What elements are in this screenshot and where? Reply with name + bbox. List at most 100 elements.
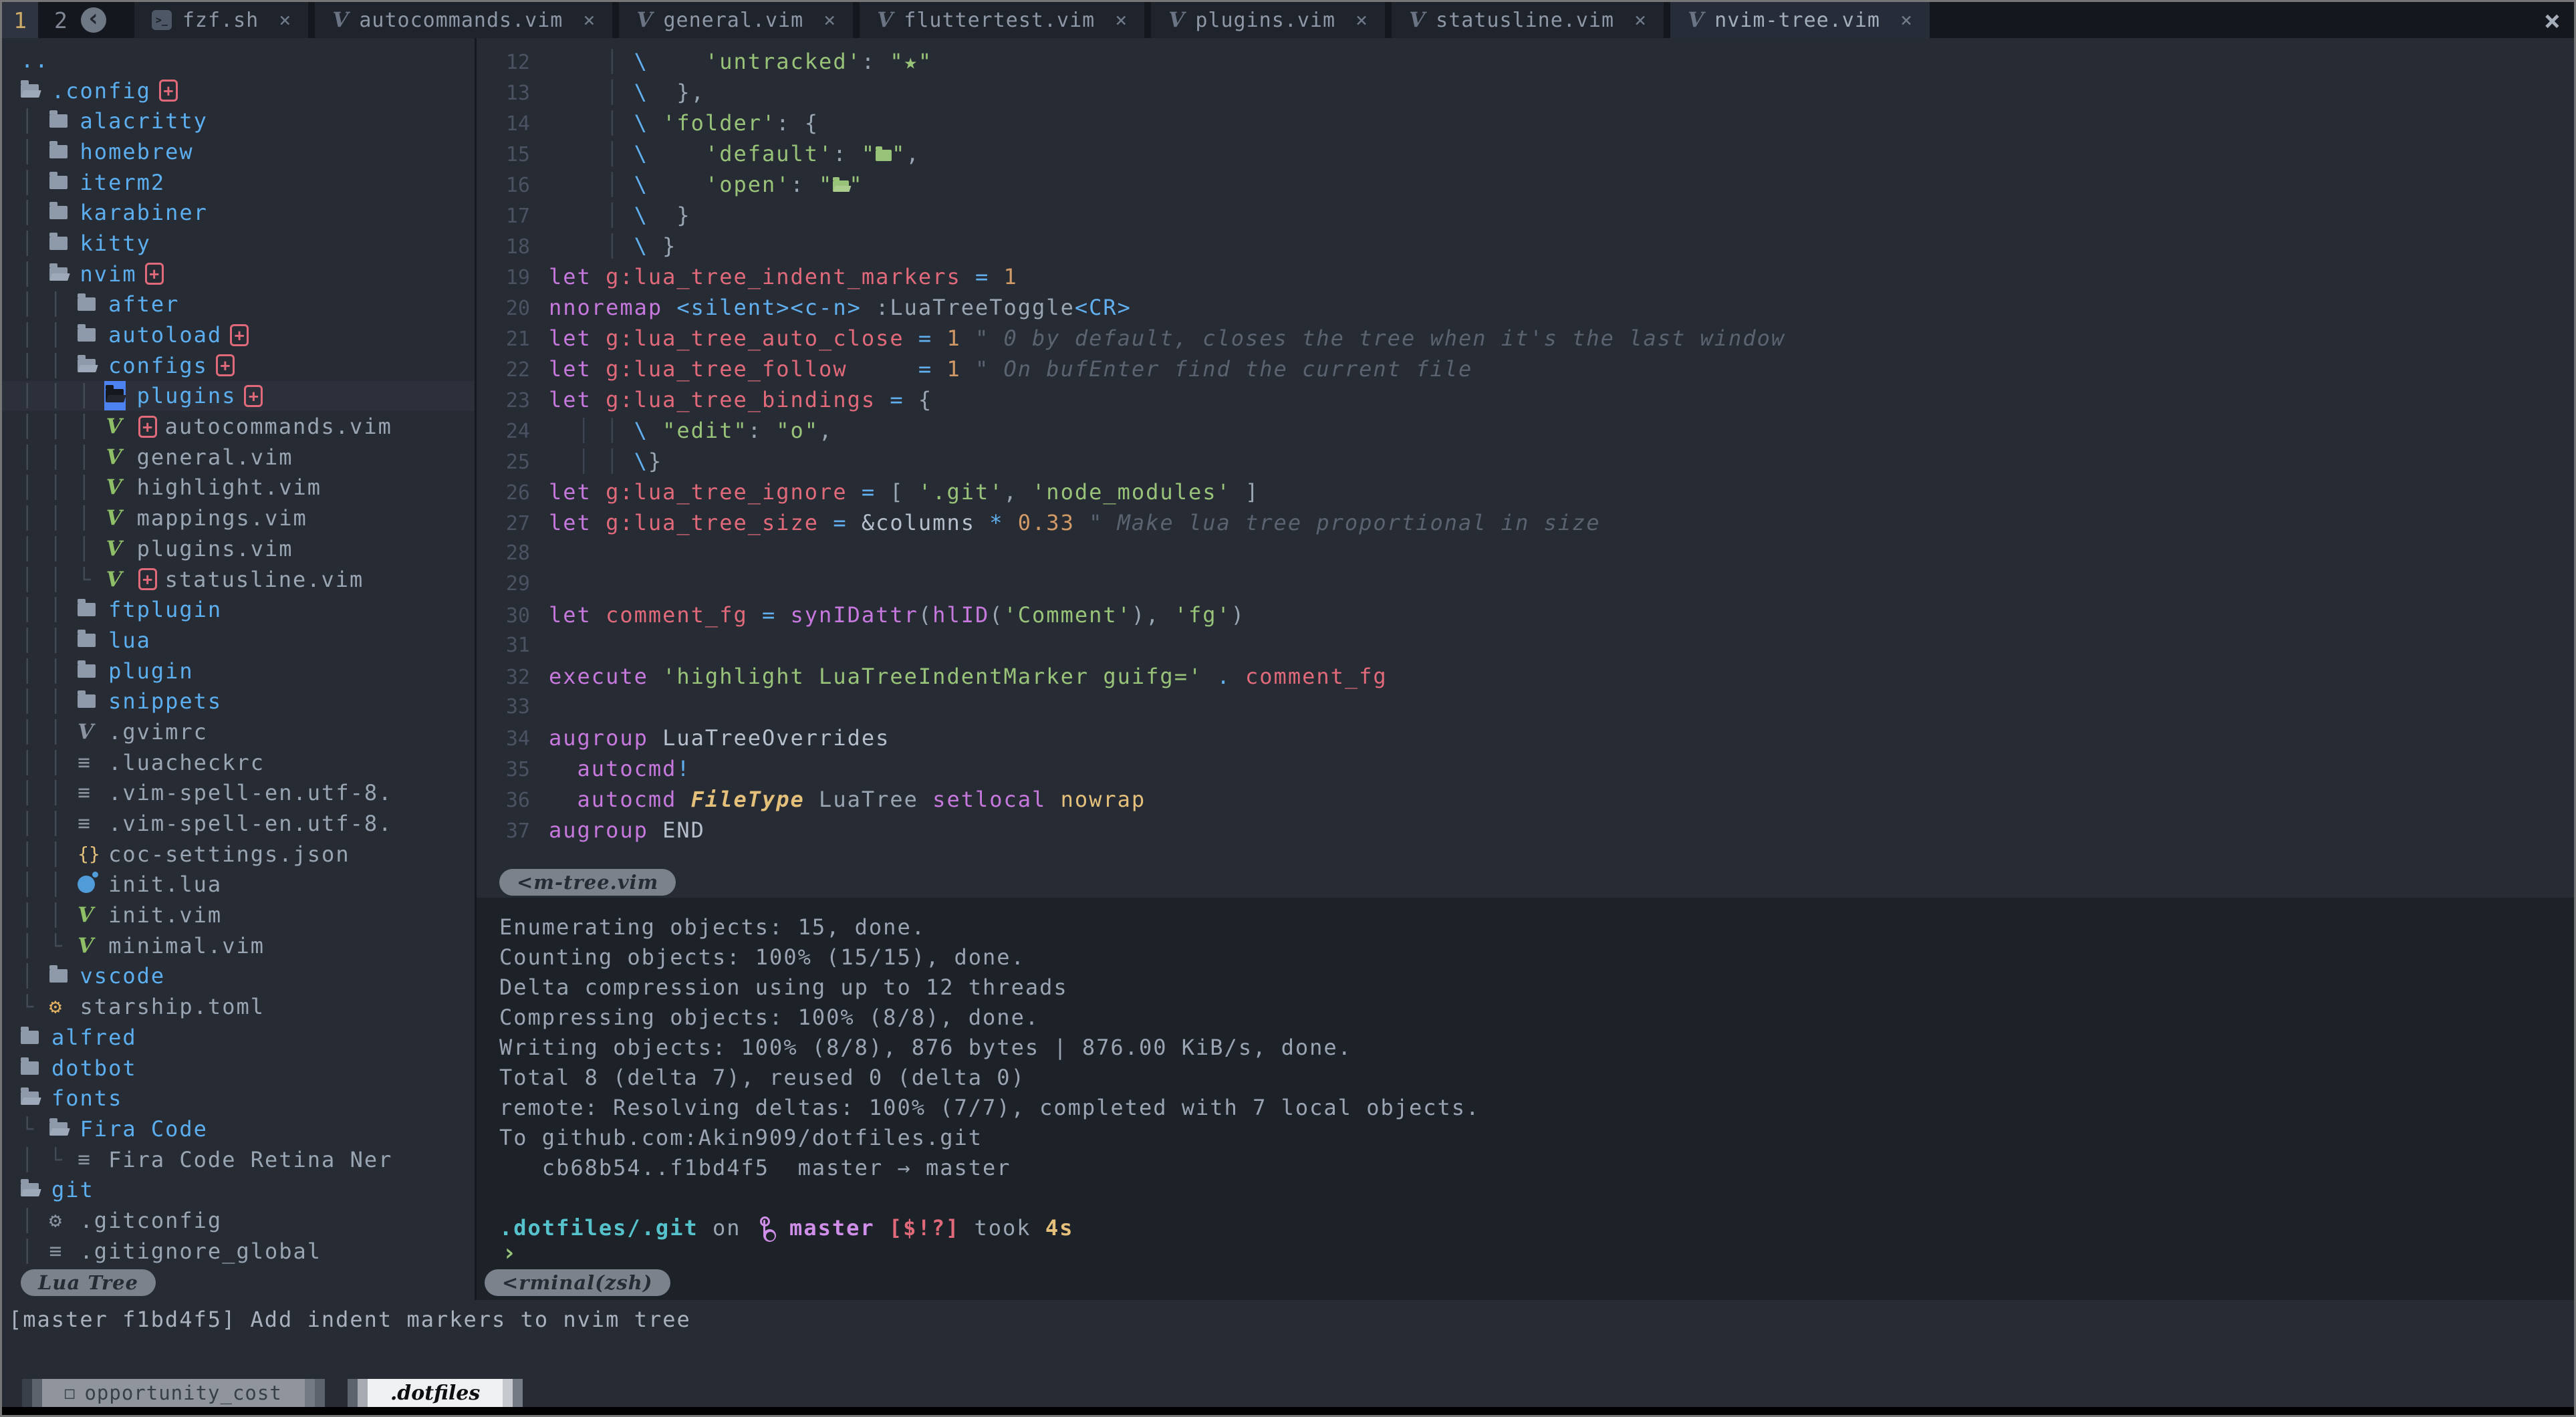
tab-statusline.vim[interactable]: Vstatusline.vim×: [1392, 2, 1664, 38]
tab-fluttertest.vim[interactable]: Vfluttertest.vim×: [860, 2, 1144, 38]
tab-plugins.vim[interactable]: Vplugins.vim×: [1151, 2, 1385, 38]
tree-item-label: homebrew: [80, 139, 194, 164]
terminal-line: Total 8 (delta 7), reused 0 (delta 0): [477, 1063, 2574, 1093]
tab-close-icon[interactable]: ×: [823, 9, 835, 32]
vim-icon: V: [1688, 8, 1704, 32]
tab-close-icon[interactable]: ×: [1900, 9, 1912, 32]
tree-item-icon: V: [106, 445, 137, 469]
tree-indent-guides: │: [21, 1239, 49, 1264]
tree-row[interactable]: │ │ │ Vmappings.vim: [2, 503, 475, 533]
line-number: 22: [477, 355, 530, 386]
file-tree-panel[interactable]: ...config+│ alacritty│ homebrew│ iterm2│…: [2, 38, 477, 1300]
tab-close-icon[interactable]: ×: [1356, 9, 1368, 32]
tree-item-label: iterm2: [80, 170, 166, 195]
tree-item-label: dotbot: [51, 1055, 137, 1081]
tab-nvim-tree.vim[interactable]: Vnvim-tree.vim×: [1670, 2, 1930, 38]
terminal-icon: >_: [152, 10, 172, 30]
tree-row[interactable]: │ │ │ plugins+: [2, 381, 475, 412]
line-number: 36: [477, 785, 530, 816]
close-all-icon[interactable]: ×: [2544, 2, 2561, 38]
tree-row[interactable]: │ └ ≡Fira Code Retina Ner: [2, 1144, 475, 1175]
tab-close-icon[interactable]: ×: [1115, 9, 1127, 32]
tmux-window-.dotfiles[interactable]: .dotfiles: [348, 1379, 523, 1407]
tree-row[interactable]: │ vscode: [2, 961, 475, 992]
tree-row[interactable]: │ │ └ V+statusline.vim: [2, 564, 475, 595]
code-line: 25 │ │ \}: [477, 446, 2574, 477]
tree-row[interactable]: │ │ ≡.vim-spell-en.utf-8.: [2, 778, 475, 809]
tab-list: >_fzf.sh×Vautocommands.vim×Vgeneral.vim×…: [134, 2, 1930, 38]
tree-row[interactable]: │ karabiner: [2, 197, 475, 228]
editor-panel[interactable]: 12 │ \ 'untracked': "★"13 │ \ },14 │ \ '…: [477, 38, 2574, 867]
git-modified-badge: +: [145, 263, 164, 285]
tree-row[interactable]: ..: [2, 45, 475, 76]
terminal-line: Delta compression using up to 12 threads: [477, 973, 2574, 1003]
tree-item-label: nvim: [80, 261, 137, 287]
code-line: 32execute 'highlight LuaTreeIndentMarker…: [477, 661, 2574, 692]
tab-fzf.sh[interactable]: >_fzf.sh×: [134, 2, 308, 38]
gear-icon: ⚙: [49, 995, 62, 1019]
tree-row[interactable]: │ iterm2: [2, 167, 475, 198]
tab-close-icon[interactable]: ×: [279, 9, 291, 32]
tree-row[interactable]: │ │ after: [2, 289, 475, 320]
tree-row[interactable]: │ │ plugin: [2, 656, 475, 686]
tree-row[interactable]: └ ⚙starship.toml: [2, 991, 475, 1022]
tree-row[interactable]: │ │ lua: [2, 625, 475, 656]
tab-close-icon[interactable]: ×: [1634, 9, 1646, 32]
tree-row[interactable]: │ │ V.gvimrc: [2, 717, 475, 747]
tree-row[interactable]: │ │ │ V+autocommands.vim: [2, 411, 475, 442]
folder-open-icon: [49, 1122, 68, 1136]
tree-row[interactable]: │ └ Vminimal.vim: [2, 930, 475, 961]
folder-open-icon: [49, 267, 68, 281]
tree-row[interactable]: │ │ configs+: [2, 350, 475, 381]
vim-file-icon: V: [78, 720, 94, 744]
tree-row[interactable]: │ │ snippets: [2, 686, 475, 717]
tree-row[interactable]: .config+: [2, 76, 475, 106]
tree-row[interactable]: │ homebrew: [2, 136, 475, 167]
tree-row[interactable]: │ │ ftplugin: [2, 594, 475, 625]
tree-row[interactable]: └ Fira Code: [2, 1114, 475, 1144]
tree-indent-guides: │: [21, 963, 49, 989]
tree-row[interactable]: │ ≡.gitignore_global: [2, 1236, 475, 1265]
tree-row[interactable]: │ alacritty: [2, 106, 475, 136]
tree-row[interactable]: │ │ │ Vgeneral.vim: [2, 442, 475, 473]
tmux-window-1-indicator[interactable]: 1: [2, 2, 38, 38]
code-line: 27let g:lua_tree_size = &columns * 0.33 …: [477, 507, 2574, 538]
code-line: 37augroup END: [477, 815, 2574, 846]
tree-row[interactable]: │ │ ≡.luacheckrc: [2, 747, 475, 778]
lua-file-icon: [78, 876, 95, 893]
terminal-panel[interactable]: Enumerating objects: 15, done.Counting o…: [477, 898, 2574, 1265]
tree-row[interactable]: alfred: [2, 1022, 475, 1053]
pane-square-icon: □: [65, 1384, 75, 1402]
prompt-caret[interactable]: ›: [477, 1243, 2574, 1263]
tree-row[interactable]: │ │ ≡.vim-spell-en.utf-8.: [2, 808, 475, 839]
tree-row[interactable]: dotbot: [2, 1053, 475, 1083]
tab-close-icon[interactable]: ×: [583, 9, 595, 32]
tree-row[interactable]: git: [2, 1174, 475, 1205]
code-line: 20nnoremap <silent><c-n> :LuaTreeToggle<…: [477, 292, 2574, 323]
tree-indent-guides: │ └: [21, 933, 78, 958]
tree-row[interactable]: │ │ │ Vplugins.vim: [2, 533, 475, 564]
tree-item-label: .vim-spell-en.utf-8.: [108, 780, 392, 805]
tree-row[interactable]: fonts: [2, 1083, 475, 1114]
tmux-window-opportunity_cost[interactable]: □opportunity_cost: [22, 1379, 325, 1407]
tree-row[interactable]: │ │ autoload+: [2, 319, 475, 350]
tree-item-label: init.lua: [108, 872, 222, 897]
tree-item-label: Fira Code Retina Ner: [108, 1147, 392, 1172]
tree-row[interactable]: │ │ {}coc-settings.json: [2, 839, 475, 870]
tree-row[interactable]: │ │ Vinit.vim: [2, 900, 475, 930]
tree-row[interactable]: │ │ │ Vhighlight.vim: [2, 473, 475, 503]
tab-autocommands.vim[interactable]: Vautocommands.vim×: [315, 2, 612, 38]
tmux-window-2-indicator[interactable]: 2: [54, 2, 68, 38]
code-line: 18 │ \ }: [477, 231, 2574, 261]
terminal-line: Enumerating objects: 15, done.: [477, 912, 2574, 942]
tree-row[interactable]: │ │ init.lua: [2, 870, 475, 900]
tree-indent-guides: │ │: [21, 780, 78, 805]
tree-row[interactable]: │ kitty: [2, 228, 475, 259]
tree-indent-guides: │: [21, 231, 49, 256]
tree-item-icon: [106, 381, 137, 410]
tab-general.vim[interactable]: Vgeneral.vim×: [619, 2, 853, 38]
history-back-icon[interactable]: ‹: [81, 7, 106, 33]
tree-row[interactable]: │ ⚙.gitconfig: [2, 1205, 475, 1236]
tree-row[interactable]: │ nvim+: [2, 259, 475, 289]
tree-item-label: .gvimrc: [108, 719, 208, 745]
